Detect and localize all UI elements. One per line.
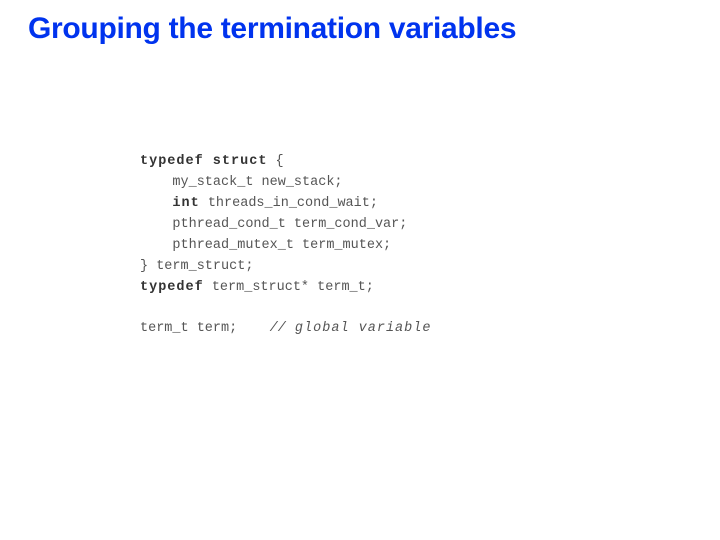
comment-text: global variable: [286, 321, 432, 336]
slide-title: Grouping the termination variables: [0, 12, 720, 46]
keyword-int: int: [172, 196, 199, 211]
code-line-4: pthread_cond_t term_cond_var;: [140, 217, 407, 232]
code-line-3-rest: threads_in_cond_wait;: [200, 196, 378, 211]
keyword-typedef: typedef: [140, 280, 204, 295]
comment-slash: //: [270, 321, 286, 336]
code-line-5: pthread_mutex_t term_mutex;: [140, 238, 391, 253]
code-line-2: my_stack_t new_stack;: [140, 175, 343, 190]
code-line-9-a: term_t term;: [140, 321, 237, 336]
code-line-6: } term_struct;: [140, 259, 253, 274]
slide-container: Grouping the termination variables typed…: [0, 0, 720, 540]
code-block: typedef struct { my_stack_t new_stack; i…: [140, 152, 431, 340]
code-line-1-rest: {: [267, 154, 283, 169]
keyword-typedef-struct: typedef struct: [140, 154, 267, 169]
code-line-7-rest: term_struct* term_t;: [204, 280, 374, 295]
